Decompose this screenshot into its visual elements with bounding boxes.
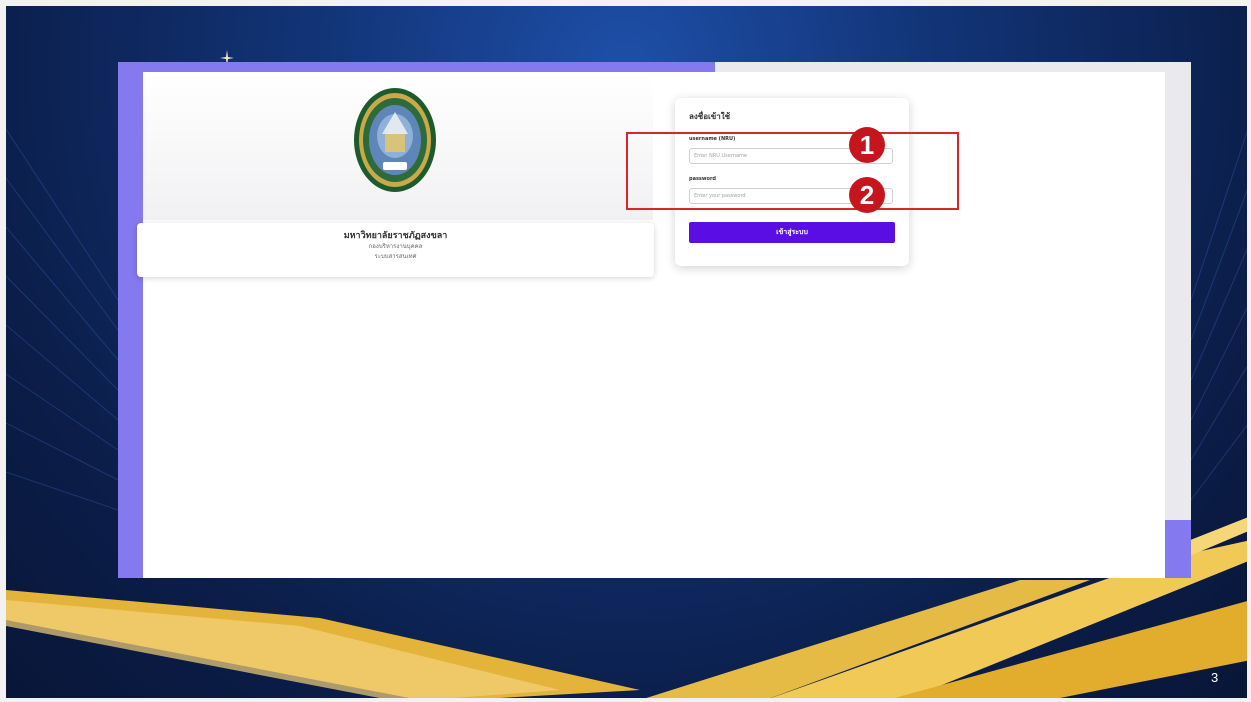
university-seal-icon: [354, 88, 436, 192]
slide-page-number: 3: [1211, 670, 1219, 685]
credentials-highlight-box: [626, 132, 959, 210]
slide-border-right: [1247, 0, 1251, 702]
university-subtitle: ระบบสารสนเทศ: [374, 253, 417, 260]
step-1-badge: 1: [849, 127, 885, 163]
login-button[interactable]: เข้าสู่ระบบ: [689, 222, 895, 243]
accent-corner: [1163, 520, 1191, 578]
university-name: มหาวิทยาลัยราชภัฏสงขลา: [343, 231, 448, 241]
university-department: กองบริหารงานบุคคล: [368, 243, 423, 250]
login-title: ลงชื่อเข้าใช้: [689, 112, 731, 121]
slide-border-bottom: [0, 698, 1251, 702]
slide-border-left: [0, 0, 6, 702]
slide-border-top: [0, 0, 1251, 6]
step-2-badge: 2: [849, 177, 885, 213]
university-info-card: มหาวิทยาลัยราชภัฏสงขลา กองบริหารงานบุคคล…: [137, 223, 654, 277]
